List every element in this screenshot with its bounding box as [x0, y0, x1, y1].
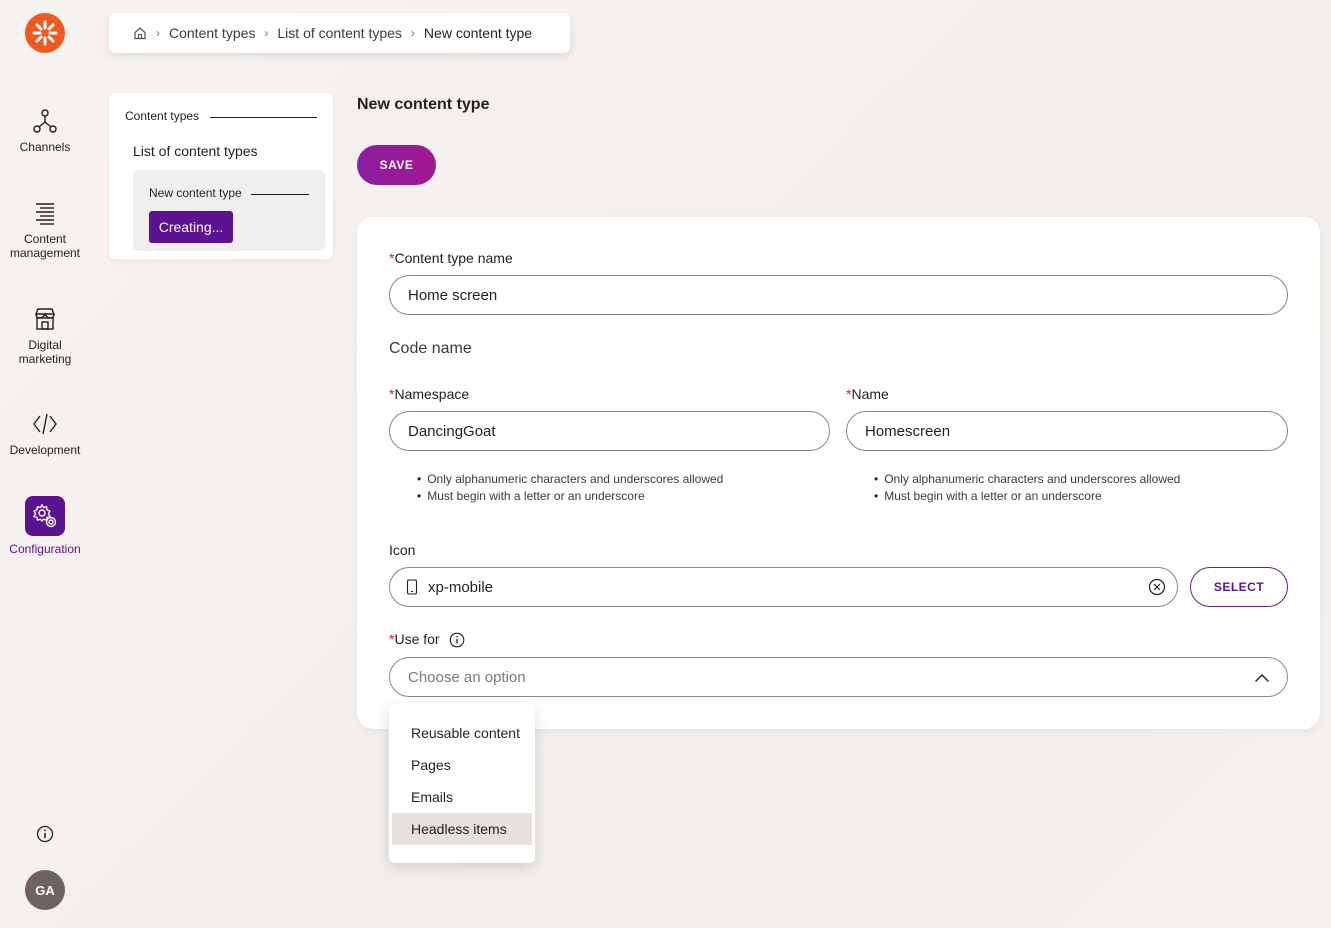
icon-input[interactable]: xp-mobile	[389, 567, 1178, 607]
rail-item-configuration[interactable]: Configuration	[0, 496, 90, 556]
content-type-name-input[interactable]: Home screen	[389, 275, 1288, 315]
breadcrumb-current: New content type	[423, 25, 533, 41]
label-text: Use for	[394, 631, 440, 647]
tree-item-content-types[interactable]: Content types	[125, 109, 199, 123]
rail-label: Content	[23, 232, 67, 246]
use-for-select[interactable]: Choose an option	[389, 657, 1288, 697]
form-card: *Content type name Home screen Code name…	[357, 217, 1320, 729]
namespace-label: *Namespace	[389, 386, 469, 402]
label-text: Name	[851, 386, 889, 402]
rail-item-content-management[interactable]: Content management	[0, 200, 90, 260]
info-icon[interactable]	[449, 632, 465, 648]
rail-item-digital-marketing[interactable]: Digital marketing	[0, 306, 90, 366]
channels-icon	[33, 109, 57, 133]
use-for-placeholder: Choose an option	[408, 668, 526, 686]
tree-item-list-of-content-types[interactable]: List of content types	[133, 143, 258, 159]
hint-item: Only alphanumeric characters and undersc…	[874, 471, 1180, 488]
home-icon[interactable]	[133, 26, 147, 40]
rail-label: Digital	[28, 338, 62, 352]
name-hints: Only alphanumeric characters and undersc…	[874, 471, 1180, 505]
clear-icon[interactable]	[1148, 578, 1166, 596]
configuration-active-tile	[25, 496, 65, 536]
kentico-logo[interactable]	[25, 13, 65, 53]
option-reusable-content[interactable]: Reusable content	[392, 717, 532, 749]
label-text: Content type name	[394, 250, 513, 266]
rail-item-channels[interactable]: Channels	[0, 108, 90, 154]
option-headless-items[interactable]: Headless items	[392, 813, 532, 845]
rail-label: Configuration	[9, 542, 81, 556]
hint-item: Must begin with a letter or an underscor…	[874, 488, 1180, 505]
tree-divider	[210, 117, 317, 118]
use-for-dropdown-menu: Reusable content Pages Emails Headless i…	[389, 703, 535, 863]
tree-item-new-content-type-group: New content type Creating...	[133, 170, 325, 251]
icon-value: xp-mobile	[428, 578, 494, 596]
tree-divider	[251, 194, 309, 195]
rail-item-development[interactable]: Development	[0, 411, 90, 457]
page-title: New content type	[357, 96, 490, 113]
breadcrumb: › Content types › List of content types …	[109, 13, 570, 53]
navigation-tree-panel: Content types List of content types New …	[109, 93, 333, 259]
content-management-icon	[36, 203, 54, 225]
chevron-up-icon	[1255, 674, 1269, 682]
logo-icon	[32, 20, 58, 46]
tree-item-new-content-type[interactable]: New content type	[149, 186, 242, 200]
breadcrumb-item-list-of-content-types[interactable]: List of content types	[277, 25, 402, 41]
chevron-right-icon: ›	[410, 26, 415, 40]
gear-icon	[32, 503, 57, 528]
code-name-heading: Code name	[389, 340, 472, 357]
name-input[interactable]: Homescreen	[846, 411, 1288, 451]
select-icon-button[interactable]: SELECT	[1190, 567, 1288, 607]
code-icon	[33, 413, 57, 435]
rail-label: marketing	[18, 352, 72, 366]
namespace-hints: Only alphanumeric characters and undersc…	[417, 471, 723, 505]
rail-label: Channels	[19, 140, 71, 154]
label-text: Namespace	[394, 386, 470, 402]
hint-item: Only alphanumeric characters and undersc…	[417, 471, 723, 488]
option-emails[interactable]: Emails	[392, 781, 532, 813]
icon-label: Icon	[389, 542, 416, 558]
rail-label: Development	[9, 443, 81, 457]
save-button[interactable]: SAVE	[357, 145, 436, 185]
breadcrumb-item-content-types[interactable]: Content types	[169, 25, 255, 41]
namespace-input[interactable]: DancingGoat	[389, 411, 830, 451]
chevron-right-icon: ›	[156, 26, 160, 40]
avatar[interactable]: GA	[25, 870, 65, 910]
hint-item: Must begin with a letter or an underscor…	[417, 488, 723, 505]
content-type-name-label: *Content type name	[389, 250, 513, 266]
mobile-icon	[406, 579, 418, 595]
name-label: *Name	[846, 386, 889, 402]
use-for-label: *Use for	[389, 631, 465, 648]
digital-marketing-icon	[34, 308, 56, 330]
creating-button[interactable]: Creating...	[149, 211, 233, 243]
chevron-right-icon: ›	[264, 26, 269, 40]
option-pages[interactable]: Pages	[392, 749, 532, 781]
left-navigation-rail: Channels Content management Digital mark…	[0, 0, 90, 928]
rail-label: management	[9, 246, 81, 260]
info-icon[interactable]	[36, 825, 54, 843]
